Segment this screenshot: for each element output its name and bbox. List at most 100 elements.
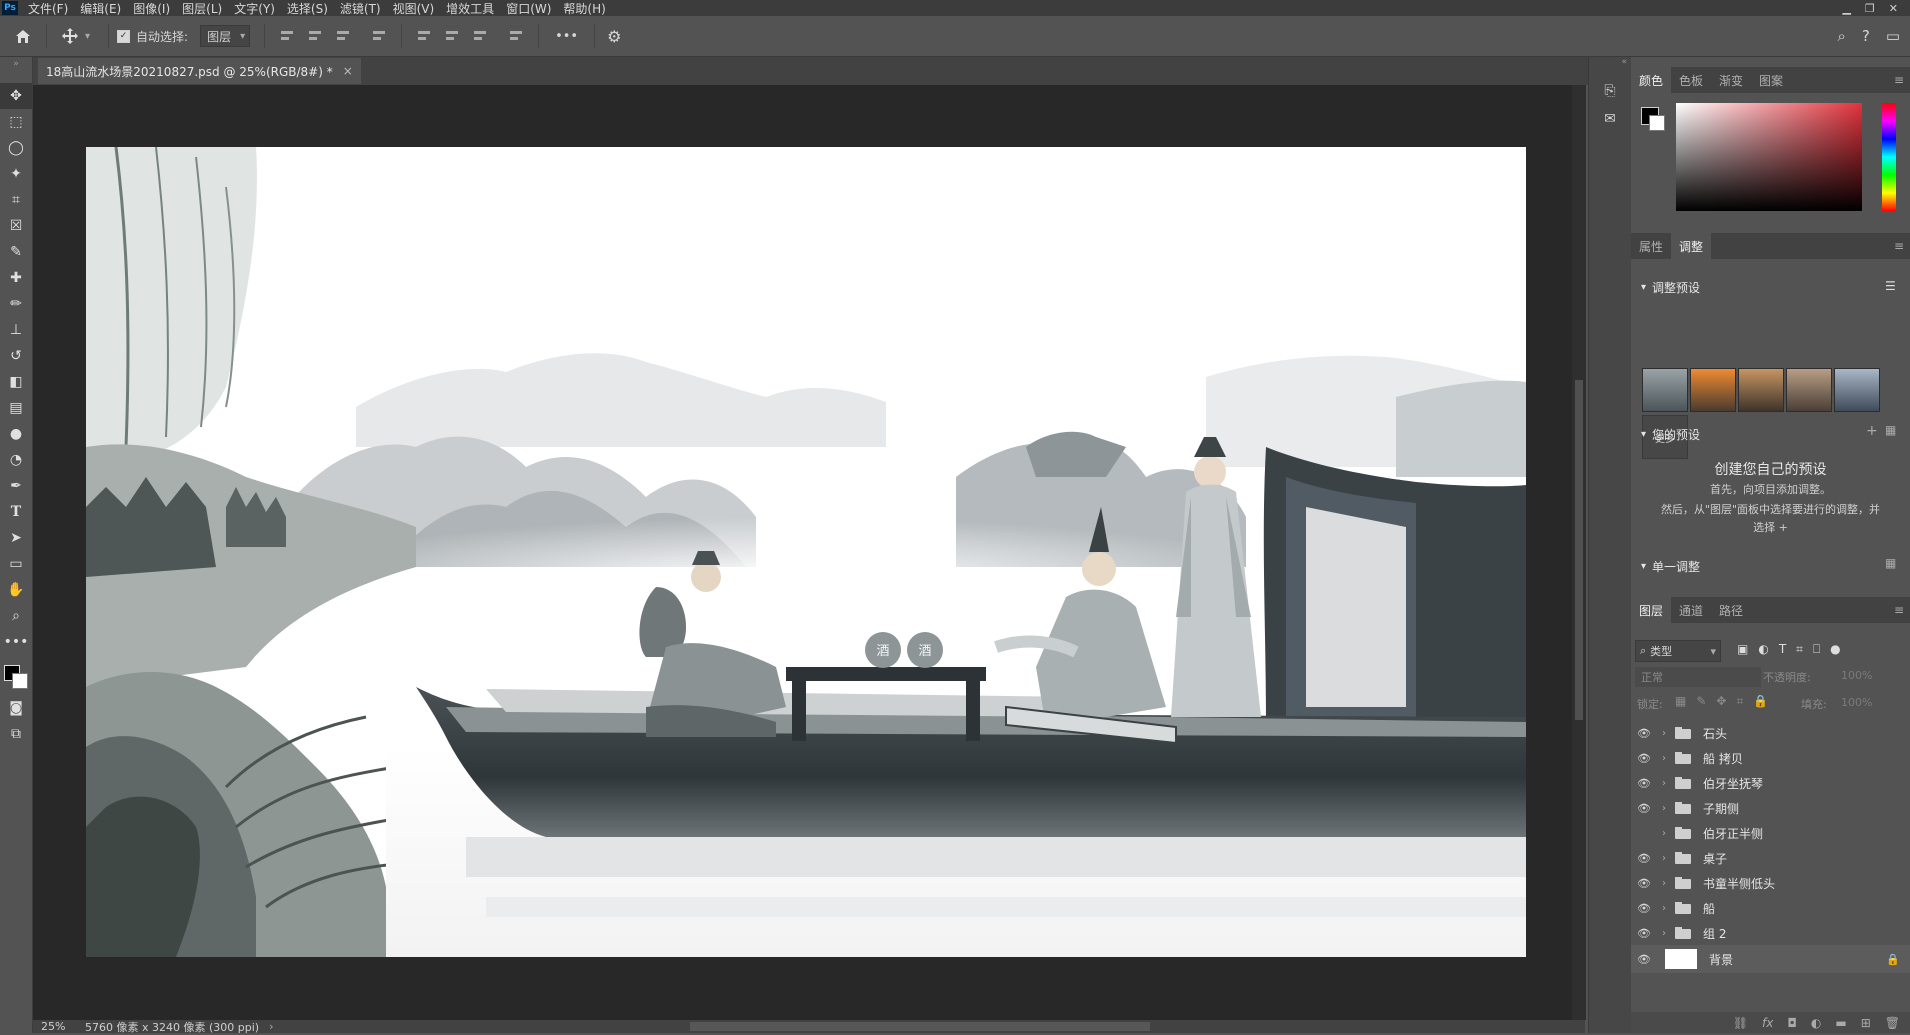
document-canvas[interactable]: 酒 酒: [86, 147, 1526, 957]
history-brush-tool-icon[interactable]: ↺: [0, 343, 32, 369]
menu-image[interactable]: 图像(I): [127, 0, 176, 17]
list-view-icon[interactable]: ☰: [1885, 279, 1896, 293]
dodge-tool-icon[interactable]: ◔: [0, 447, 32, 473]
eye-icon[interactable]: 👁: [1631, 752, 1657, 765]
blend-mode-dropdown[interactable]: 正常: [1635, 667, 1761, 687]
workspace-icon[interactable]: ▭: [1886, 27, 1900, 45]
tab-gradients[interactable]: 渐变: [1711, 67, 1751, 93]
link-layers-icon[interactable]: ⛓: [1733, 1016, 1748, 1030]
home-icon[interactable]: [12, 23, 34, 49]
layer-row[interactable]: 👁 › 书童半侧低头: [1631, 871, 1910, 895]
layer-row[interactable]: 👁 › 船 拷贝: [1631, 746, 1910, 770]
distribute-h-icon[interactable]: [371, 29, 387, 43]
distribute-v-icon[interactable]: [508, 29, 524, 43]
layer-row[interactable]: 👁 › 船: [1631, 896, 1910, 920]
tab-paths[interactable]: 路径: [1711, 597, 1751, 623]
type-filter-icon[interactable]: T: [1779, 642, 1786, 657]
menu-select[interactable]: 选择(S): [281, 0, 334, 17]
chevron-right-icon[interactable]: ›: [1657, 853, 1671, 864]
edit-toolbar-icon[interactable]: •••: [0, 629, 32, 655]
preset-thumbnail-4[interactable]: [1786, 368, 1832, 412]
color-picker-field[interactable]: [1676, 103, 1862, 211]
eraser-tool-icon[interactable]: ◧: [0, 369, 32, 395]
restore-icon[interactable]: ❐: [1865, 2, 1875, 15]
search-icon[interactable]: ⌕: [1837, 27, 1845, 45]
panel-menu-icon[interactable]: ≡: [1894, 73, 1904, 87]
eye-icon[interactable]: 👁: [1631, 852, 1657, 865]
gradient-tool-icon[interactable]: ▤: [0, 395, 32, 421]
grid-view-icon[interactable]: ▦: [1885, 423, 1896, 437]
fx-icon[interactable]: fx: [1762, 1016, 1773, 1030]
fill-value[interactable]: 100%: [1841, 696, 1872, 709]
lock-pixels-icon[interactable]: ✎: [1696, 694, 1706, 709]
brush-tool-icon[interactable]: ✏: [0, 291, 32, 317]
grid-view-icon[interactable]: ▦: [1885, 556, 1896, 570]
filter-toggle-icon[interactable]: ●: [1830, 642, 1840, 657]
color-swatches[interactable]: [0, 655, 32, 695]
background-color-swatch[interactable]: [12, 673, 28, 689]
new-layer-icon[interactable]: ⊞: [1861, 1016, 1871, 1030]
layer-row[interactable]: 👁 › 桌子: [1631, 846, 1910, 870]
crop-tool-icon[interactable]: ⌗: [0, 187, 32, 213]
lock-all-icon[interactable]: 🔒: [1753, 694, 1768, 709]
type-tool-icon[interactable]: T: [0, 499, 32, 525]
toolbar-collapse-icon[interactable]: »: [0, 57, 32, 83]
tab-swatches[interactable]: 色板: [1671, 67, 1711, 93]
screen-mode-icon[interactable]: ⧉: [0, 721, 32, 747]
eye-icon[interactable]: 👁: [1631, 802, 1657, 815]
status-chevron-icon[interactable]: ›: [269, 1020, 273, 1033]
trash-icon[interactable]: 🗑: [1885, 1016, 1900, 1030]
layer-row[interactable]: 👁 › 石头: [1631, 721, 1910, 745]
menu-filter[interactable]: 滤镜(T): [334, 0, 387, 17]
gear-icon[interactable]: ⚙: [607, 27, 621, 46]
chevron-right-icon[interactable]: ›: [1657, 778, 1671, 789]
chevron-right-icon[interactable]: ›: [1657, 878, 1671, 889]
horizontal-scrollbar-thumb[interactable]: [690, 1022, 1150, 1031]
tab-color[interactable]: 颜色: [1631, 67, 1672, 93]
menu-help[interactable]: 帮助(H): [557, 0, 611, 17]
chevron-right-icon[interactable]: ›: [1657, 728, 1671, 739]
align-bottom-icon[interactable]: [472, 29, 488, 43]
vertical-scrollbar-thumb[interactable]: [1575, 380, 1583, 720]
layer-row[interactable]: 👁 › 伯牙坐抚琴: [1631, 771, 1910, 795]
your-presets-header[interactable]: ▾ 您的预设: [1641, 426, 1700, 443]
auto-select-target-dropdown[interactable]: 图层: [200, 25, 251, 47]
eyedropper-tool-icon[interactable]: ✎: [0, 239, 32, 265]
hidden-eye-icon[interactable]: 👁: [1631, 827, 1657, 840]
path-selection-tool-icon[interactable]: ➤: [0, 525, 32, 551]
layer-filter-dropdown[interactable]: ⌕ 类型 ▾: [1635, 640, 1721, 662]
preset-thumbnail-3[interactable]: [1738, 368, 1784, 412]
eye-icon[interactable]: 👁: [1631, 927, 1657, 940]
menu-window[interactable]: 窗口(W): [500, 0, 557, 17]
align-left-icon[interactable]: [279, 29, 295, 43]
layer-row[interactable]: 👁› 伯牙正半侧: [1631, 821, 1910, 845]
lock-position-icon[interactable]: ✥: [1716, 694, 1726, 709]
adjustment-filter-icon[interactable]: ◐: [1758, 642, 1768, 657]
layer-row[interactable]: 👁 › 子期侧: [1631, 796, 1910, 820]
frame-tool-icon[interactable]: ☒: [0, 213, 32, 239]
tab-adjustments[interactable]: 调整: [1671, 233, 1712, 259]
image-filter-icon[interactable]: ▣: [1737, 642, 1748, 657]
add-preset-icon[interactable]: +: [1866, 423, 1878, 439]
move-tool-icon[interactable]: ✥: [0, 83, 32, 109]
layer-row-background[interactable]: 👁 背景 🔒: [1631, 945, 1910, 973]
menu-edit[interactable]: 编辑(E): [74, 0, 127, 17]
zoom-tool-icon[interactable]: ⌕: [0, 603, 32, 629]
align-center-h-icon[interactable]: [307, 29, 323, 43]
panel-menu-icon[interactable]: ≡: [1894, 239, 1904, 253]
shape-filter-icon[interactable]: ⌗: [1796, 642, 1803, 657]
opacity-value[interactable]: 100%: [1841, 669, 1872, 682]
preset-thumbnail-2[interactable]: [1690, 368, 1736, 412]
document-tab[interactable]: 18高山流水场景20210827.psd @ 25%(RGB/8#) * ×: [38, 58, 361, 84]
pen-tool-icon[interactable]: ✒: [0, 473, 32, 499]
eye-icon[interactable]: 👁: [1631, 953, 1657, 966]
align-middle-v-icon[interactable]: [444, 29, 460, 43]
new-adjustment-icon[interactable]: ◐: [1811, 1016, 1821, 1030]
hand-tool-icon[interactable]: ✋: [0, 577, 32, 603]
adjust-presets-header[interactable]: ▾ 调整预设: [1641, 279, 1700, 296]
lock-transparent-icon[interactable]: ▦: [1675, 694, 1686, 709]
tab-properties[interactable]: 属性: [1631, 233, 1671, 259]
chevron-right-icon[interactable]: ›: [1657, 803, 1671, 814]
preset-thumbnail-5[interactable]: [1834, 368, 1880, 412]
close-window-icon[interactable]: ✕: [1889, 2, 1898, 15]
